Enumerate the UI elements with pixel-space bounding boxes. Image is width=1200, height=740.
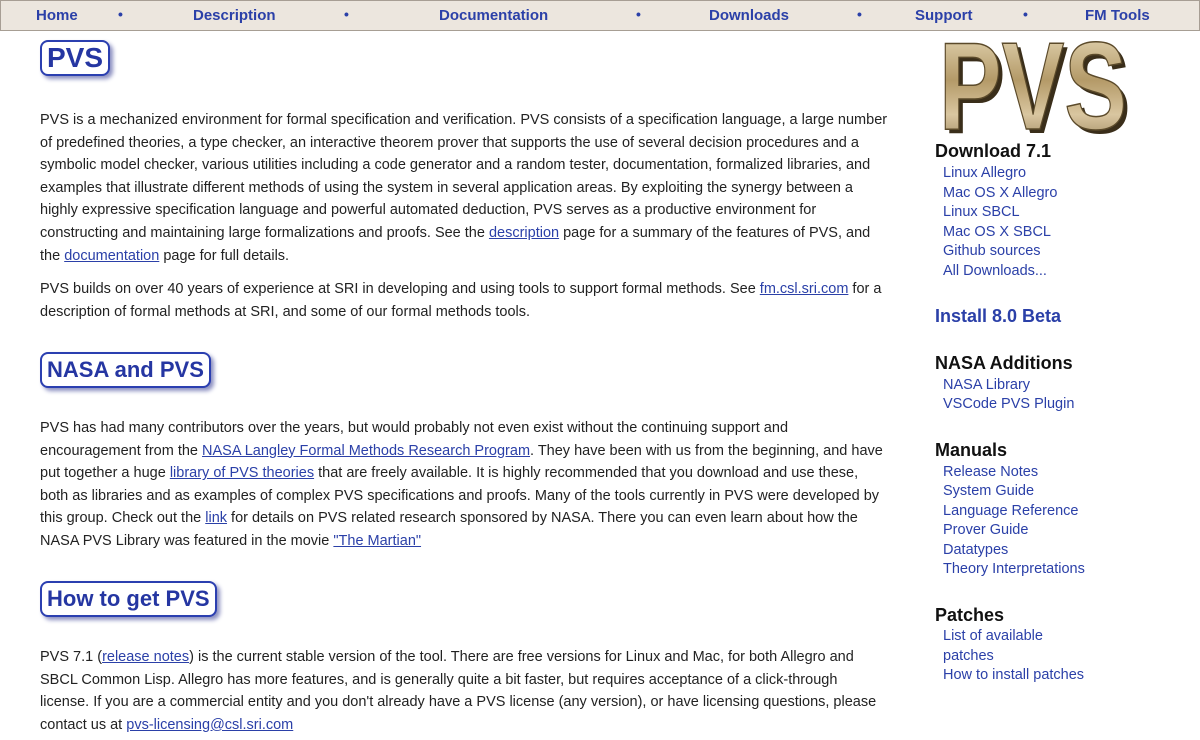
- sri-paragraph: PVS builds on over 40 years of experienc…: [40, 278, 890, 323]
- linux-allegro-link[interactable]: Linux Allegro: [943, 165, 1026, 181]
- nasa-paragraph: PVS has had many contributors over the y…: [40, 417, 890, 553]
- get-pvs-paragraph: PVS 7.1 (release notes) is the current s…: [40, 646, 890, 736]
- documentation-link[interactable]: documentation: [64, 248, 159, 264]
- nasa-additions-heading: NASA Additions: [935, 353, 1073, 373]
- how-to-get-heading: How to get PVS: [40, 581, 217, 617]
- nav-separator: •: [636, 6, 641, 22]
- get-text-1: PVS 7.1 (: [40, 649, 103, 665]
- linux-sbcl-link[interactable]: Linux SBCL: [943, 204, 1020, 220]
- intro-paragraph: PVS is a mechanized environment for form…: [40, 109, 890, 267]
- nasa-heading: NASA and PVS: [40, 352, 211, 388]
- nasa-research-link[interactable]: link: [205, 510, 227, 526]
- nav-fm-tools-link[interactable]: FM Tools: [1085, 7, 1150, 24]
- mac-sbcl-link[interactable]: Mac OS X SBCL: [943, 224, 1051, 240]
- nasa-langley-link[interactable]: NASA Langley Formal Methods Research Pro…: [202, 443, 530, 459]
- release-notes-link[interactable]: Release Notes: [943, 464, 1038, 480]
- patches-link[interactable]: patches: [943, 648, 994, 664]
- pvs-logo[interactable]: PVS PVS: [937, 17, 1137, 160]
- install-beta-link[interactable]: Install 8.0 Beta: [935, 306, 1061, 327]
- datatypes-link[interactable]: Datatypes: [943, 542, 1008, 558]
- nav-support-link[interactable]: Support: [915, 7, 973, 24]
- nav-description-link[interactable]: Description: [193, 7, 276, 24]
- download-heading: Download 7.1: [935, 141, 1052, 161]
- svg-text:PVS: PVS: [939, 36, 1127, 136]
- list-patches-link[interactable]: List of available: [943, 628, 1043, 644]
- mac-allegro-link[interactable]: Mac OS X Allegro: [943, 185, 1057, 201]
- github-sources-link[interactable]: Github sources: [943, 243, 1041, 259]
- description-link[interactable]: description: [489, 225, 559, 241]
- the-martian-link[interactable]: "The Martian": [333, 533, 421, 549]
- language-reference-link[interactable]: Language Reference: [943, 503, 1078, 519]
- sri-text-1: PVS builds on over 40 years of experienc…: [40, 281, 760, 297]
- all-downloads-link[interactable]: All Downloads...: [943, 263, 1047, 279]
- install-patches-link[interactable]: How to install patches: [943, 667, 1084, 683]
- nav-downloads-link[interactable]: Downloads: [709, 7, 789, 24]
- intro-text-3: page for full details.: [159, 247, 290, 264]
- system-guide-link[interactable]: System Guide: [943, 483, 1034, 499]
- patches-heading: Patches: [935, 605, 1005, 625]
- pvs-theories-library-link[interactable]: library of PVS theories: [170, 465, 314, 481]
- nav-documentation-link[interactable]: Documentation: [439, 7, 548, 24]
- nav-separator: •: [857, 6, 862, 22]
- licensing-email-link[interactable]: pvs-licensing@csl.sri.com: [126, 717, 293, 733]
- pvs-heading: PVS: [40, 40, 111, 76]
- nav-separator: •: [344, 6, 349, 22]
- prover-guide-link[interactable]: Prover Guide: [943, 522, 1028, 538]
- vscode-pvs-plugin-link[interactable]: VSCode PVS Plugin: [943, 396, 1074, 412]
- fm-csl-link[interactable]: fm.csl.sri.com: [760, 281, 849, 297]
- theory-interpretations-link[interactable]: Theory Interpretations: [943, 561, 1085, 577]
- nav-separator: •: [118, 6, 123, 22]
- top-navigation-bar: Home • Description • Documentation • Dow…: [0, 0, 1200, 31]
- nav-separator: •: [1023, 6, 1028, 22]
- release-notes-inline-link[interactable]: release notes: [102, 649, 189, 665]
- nasa-library-link[interactable]: NASA Library: [943, 377, 1030, 393]
- intro-text-1: PVS is a mechanized environment for form…: [40, 112, 888, 241]
- nav-home-link[interactable]: Home: [36, 7, 78, 24]
- manuals-heading: Manuals: [935, 440, 1008, 460]
